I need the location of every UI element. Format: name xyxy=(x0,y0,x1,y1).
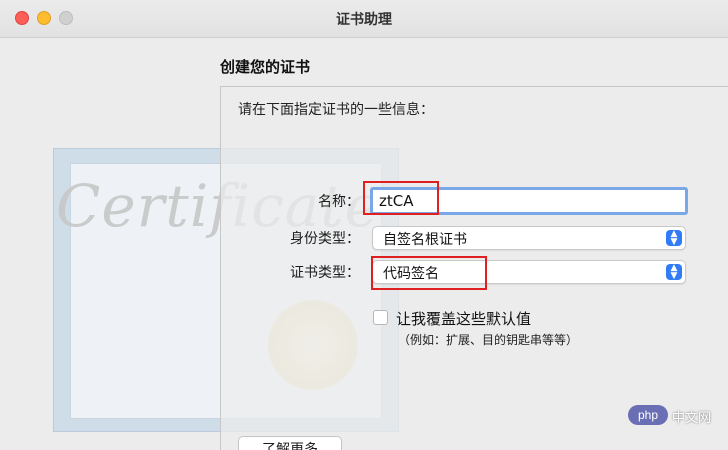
watermark-badge: php xyxy=(628,405,668,425)
identity-type-select[interactable]: 自签名根证书 ▲ ▼ xyxy=(372,226,686,250)
cert-type-value: 代码签名 xyxy=(383,266,439,282)
page-title: 创建您的证书 xyxy=(220,58,311,76)
name-field[interactable]: ztCA xyxy=(370,187,688,215)
learn-more-button[interactable]: 了解更多 xyxy=(238,436,342,450)
up-down-chevron-icon: ▲ ▼ xyxy=(666,264,682,281)
window-title: 证书助理 xyxy=(336,12,392,28)
name-label: 名称： xyxy=(318,194,360,210)
title-bar: 证书助理 xyxy=(0,0,728,38)
watermark-text: 中文网 xyxy=(672,411,712,426)
instruction-text: 请在下面指定证书的一些信息： xyxy=(238,102,434,118)
override-defaults-hint: （例如：扩展、目的钥匙串等等） xyxy=(398,333,579,347)
cert-type-label: 证书类型： xyxy=(290,265,360,281)
up-down-chevron-icon: ▲ ▼ xyxy=(666,230,682,247)
identity-type-label: 身份类型： xyxy=(290,231,360,247)
identity-type-value: 自签名根证书 xyxy=(383,232,467,248)
cert-type-select[interactable]: 代码签名 ▲ ▼ xyxy=(372,260,686,284)
override-defaults-label[interactable]: 让我覆盖这些默认值 xyxy=(396,308,531,329)
override-defaults-checkbox[interactable] xyxy=(373,310,388,325)
site-watermark: php 中文网 xyxy=(628,405,724,426)
